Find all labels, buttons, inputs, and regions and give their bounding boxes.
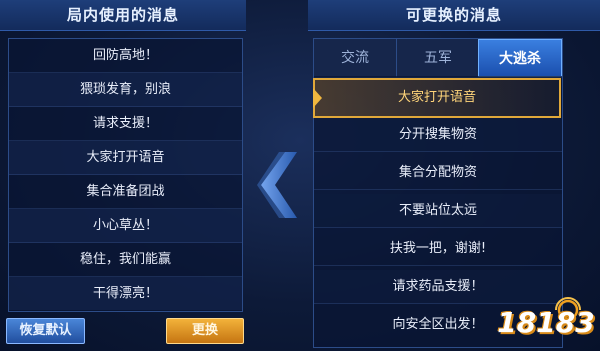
chevron-left-icon bbox=[257, 152, 297, 218]
list-item[interactable]: 回防高地！ bbox=[9, 39, 242, 73]
watermark-logo: 18183 bbox=[494, 296, 598, 348]
list-item[interactable]: 稳住，我们能赢 bbox=[9, 243, 242, 277]
list-item[interactable]: 不要站位太远 bbox=[314, 194, 562, 228]
selected-message-item[interactable]: 大家打开语音 bbox=[313, 78, 561, 118]
tab-communication[interactable]: 交流 bbox=[314, 39, 396, 77]
tab-battle-royale[interactable]: 大逃杀 bbox=[478, 39, 562, 77]
reset-default-button[interactable]: 恢复默认 bbox=[6, 318, 85, 344]
in-game-message-list: 回防高地！ 猥琐发育，别浪 请求支援！ 大家打开语音 集合准备团战 小心草丛！ … bbox=[8, 38, 243, 312]
list-item[interactable]: 干得漂亮！ bbox=[9, 277, 242, 310]
list-item[interactable]: 集合分配物资 bbox=[314, 156, 562, 190]
tab-five-army[interactable]: 五军 bbox=[396, 39, 479, 77]
right-panel-title: 可更换的消息 bbox=[405, 6, 502, 24]
swap-button[interactable] bbox=[255, 150, 301, 220]
list-item[interactable]: 扶我一把，谢谢! bbox=[314, 232, 562, 266]
list-item[interactable]: 大家打开语音 bbox=[9, 141, 242, 175]
list-item[interactable]: 小心草丛！ bbox=[9, 209, 242, 243]
selection-marker-icon bbox=[313, 88, 322, 108]
left-panel-title: 局内使用的消息 bbox=[66, 6, 179, 24]
replace-button[interactable]: 更换 bbox=[166, 318, 244, 344]
list-item[interactable]: 集合准备团战 bbox=[9, 175, 242, 209]
category-tabs: 交流 五军 大逃杀 bbox=[313, 38, 563, 78]
selected-message-label: 大家打开语音 bbox=[397, 90, 476, 105]
list-item[interactable]: 猥琐发育，别浪 bbox=[9, 73, 242, 107]
list-item[interactable]: 请求支援！ bbox=[9, 107, 242, 141]
left-panel-header: 局内使用的消息 bbox=[0, 0, 246, 31]
right-panel-header: 可更换的消息 bbox=[308, 0, 600, 31]
list-item[interactable]: 分开搜集物资 bbox=[314, 118, 562, 152]
watermark-text: 18183 bbox=[497, 306, 595, 339]
